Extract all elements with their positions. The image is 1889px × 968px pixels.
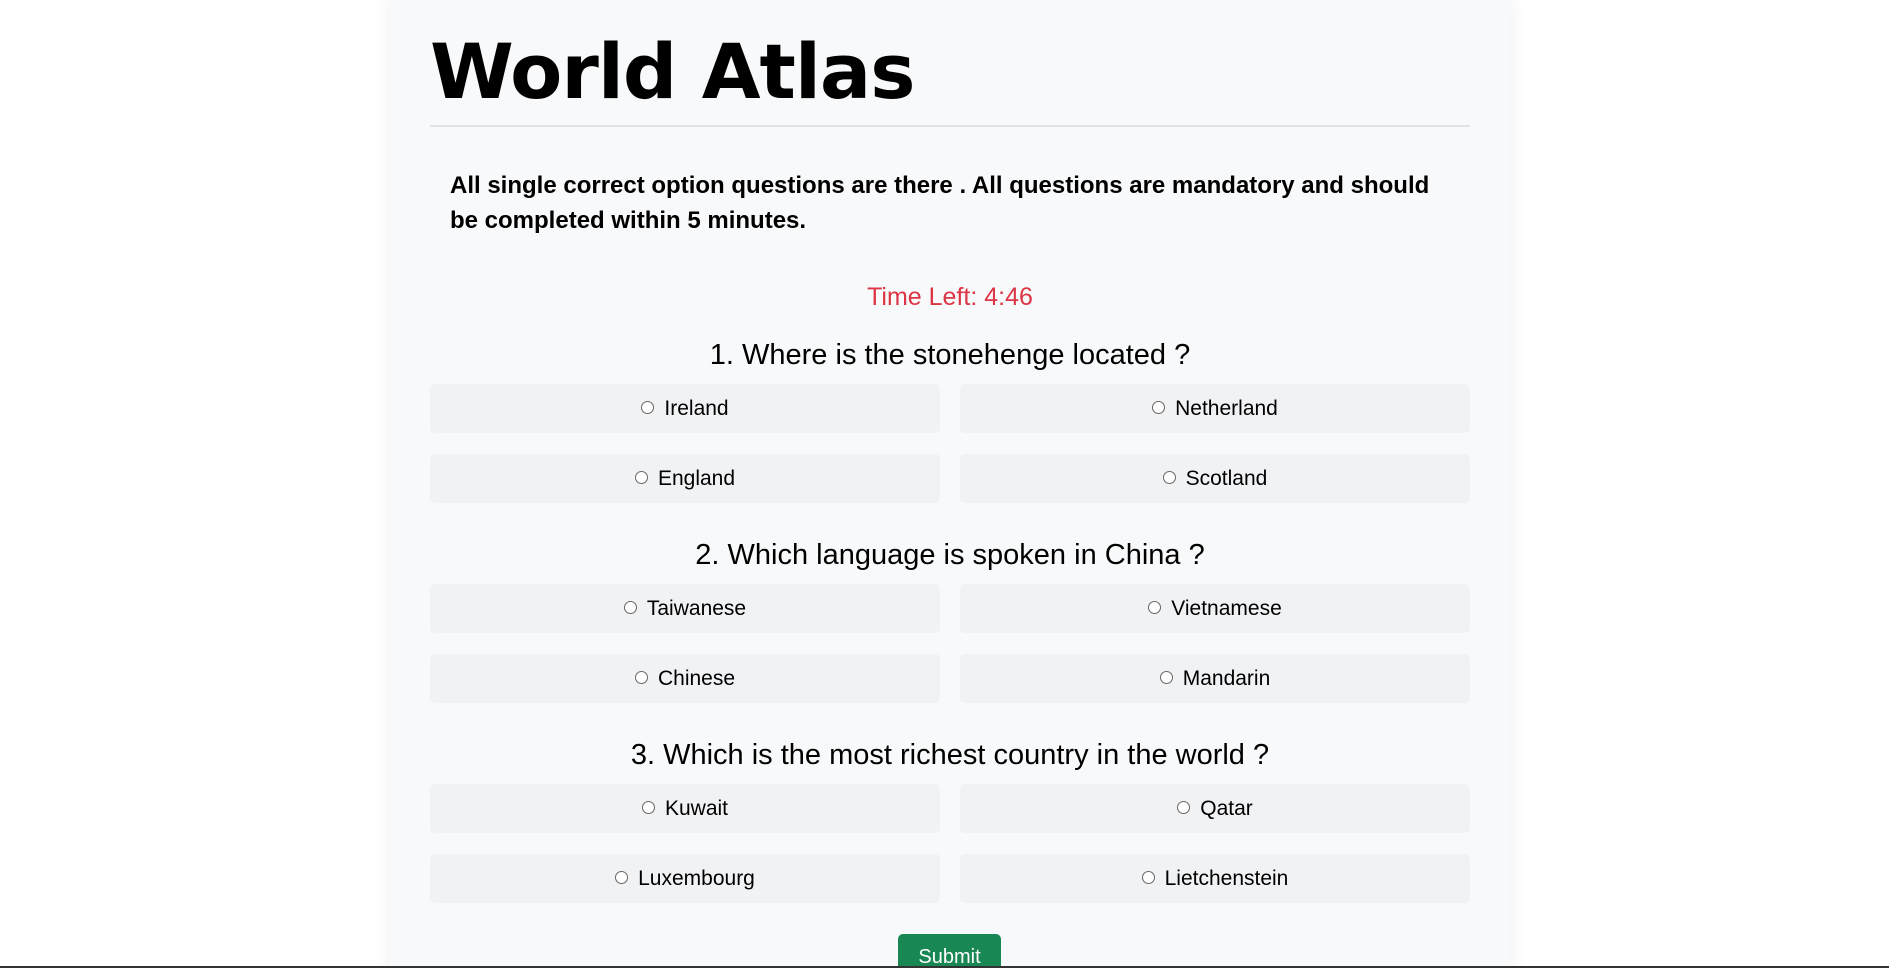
question-2-option-chinese[interactable]: Chinese (430, 654, 940, 703)
question-1-title: 1. Where is the stonehenge located ? (709, 339, 1191, 371)
time-left-label: Time Left: 4:46 (867, 283, 1033, 311)
radio-button[interactable] (1148, 601, 1162, 614)
radio-button[interactable] (634, 671, 648, 684)
radio-button[interactable] (1162, 471, 1176, 484)
option-label: Scotland (1185, 466, 1268, 490)
question-1-option-scotland[interactable]: Scotland (960, 454, 1470, 503)
question-2-option-taiwanese[interactable]: Taiwanese (430, 584, 940, 633)
time-left: Time Left: 4:46 (390, 279, 1510, 315)
radio-button[interactable] (634, 471, 648, 484)
quiz-instructions: All single correct option questions are … (450, 172, 1430, 234)
radio-button[interactable] (615, 871, 629, 884)
radio-button[interactable] (1177, 801, 1191, 814)
question-3-option-lietchenstein[interactable]: Lietchenstein (960, 854, 1470, 903)
question-1-option-netherland[interactable]: Netherland (960, 384, 1470, 433)
option-label: Chinese (657, 666, 736, 690)
question-2-option-mandarin[interactable]: Mandarin (960, 654, 1470, 703)
option-label: Netherland (1175, 396, 1278, 420)
radio-button[interactable] (1159, 671, 1173, 684)
question-3-option-qatar[interactable]: Qatar (960, 784, 1470, 833)
option-label: Ireland (664, 396, 729, 420)
title-divider (430, 125, 1470, 127)
question-2-title: 2. Which language is spoken in China ? (695, 539, 1205, 571)
question-1-option-england[interactable]: England (430, 454, 940, 503)
question-3-title: 3. Which is the most richest country in … (630, 739, 1270, 771)
page: World Atlas All single correct option qu… (0, 0, 1889, 968)
question-1-option-ireland[interactable]: Ireland (430, 384, 940, 433)
option-label: Luxembourg (638, 866, 755, 890)
quiz-card: World Atlas All single correct option qu… (390, 0, 1510, 968)
radio-button[interactable] (641, 801, 655, 814)
radio-button[interactable] (623, 601, 637, 614)
radio-button[interactable] (1141, 871, 1155, 884)
question-2-option-vietnamese[interactable]: Vietnamese (960, 584, 1470, 633)
question-3-option-kuwait[interactable]: Kuwait (430, 784, 940, 833)
radio-button[interactable] (1152, 401, 1166, 414)
option-label: Lietchenstein (1164, 866, 1289, 890)
option-label: Vietnamese (1171, 596, 1282, 620)
page-title: World Atlas (430, 27, 915, 116)
submit-button[interactable]: Submit (898, 934, 1001, 968)
option-label: England (657, 466, 736, 490)
option-label: Kuwait (664, 796, 729, 820)
question-3-option-luxembourg[interactable]: Luxembourg (430, 854, 940, 903)
radio-button[interactable] (641, 401, 655, 414)
option-label: Mandarin (1182, 666, 1271, 690)
option-label: Qatar (1200, 796, 1253, 820)
option-label: Taiwanese (646, 596, 747, 620)
